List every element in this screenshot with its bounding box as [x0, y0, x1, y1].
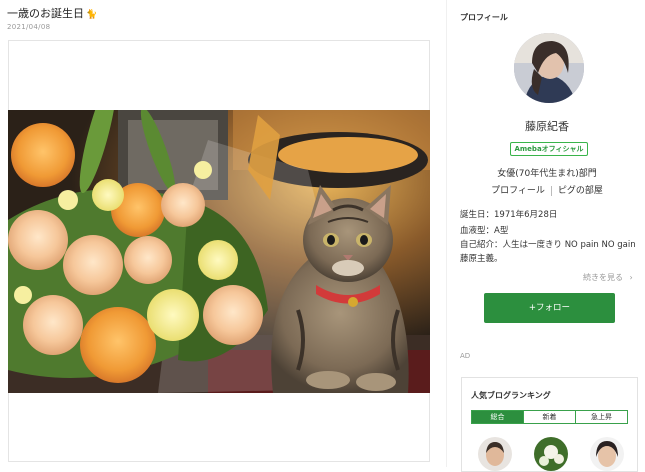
ranking-tabs: 総合 新着 急上昇 [471, 410, 628, 424]
post-photo[interactable] [8, 110, 430, 393]
blood-type: 血液型：A型 [460, 226, 509, 236]
flowers-and-cat-image [8, 110, 430, 393]
ad-label: AD [460, 352, 471, 360]
profile-name: 藤原紀香 [525, 120, 569, 133]
genre-text: 女優(70年代生まれ)部門 [497, 169, 597, 179]
ranking-thumb-1[interactable] [478, 437, 512, 471]
tab-new[interactable]: 新着 [523, 411, 575, 423]
profile-link[interactable]: プロフィール [491, 186, 545, 196]
plus-icon: + [528, 303, 537, 313]
tab-overall[interactable]: 総合 [472, 411, 523, 423]
tab-rising[interactable]: 急上昇 [575, 411, 627, 423]
chevron-right-icon: › [629, 273, 633, 282]
link-separator [550, 185, 552, 196]
ranking-thumb-3[interactable] [590, 437, 624, 471]
follow-button[interactable]: +フォロー [484, 293, 615, 323]
profile-heading: プロフィール [460, 13, 508, 22]
follow-label: フォロー [536, 303, 571, 313]
official-badge: Amebaオフィシャル [510, 142, 588, 156]
ranking-thumb-image [478, 437, 512, 471]
avatar-image [514, 33, 584, 103]
ranking-thumb-image [590, 437, 624, 471]
ranking-thumb-image [534, 437, 568, 471]
birthday: 誕生日：1971年6月28日 [460, 210, 558, 220]
column-divider [446, 0, 447, 467]
cat-icon: 🐈 [86, 10, 98, 20]
read-more-link[interactable]: 続きを見る › [583, 272, 633, 283]
post-title: 一歳のお誕生日 🐈 [7, 5, 97, 21]
ranking-title: 人気ブログランキング [471, 391, 551, 400]
self-intro: 自己紹介：人生は一度きり NO pain NO gain [460, 240, 636, 250]
avatar[interactable] [514, 33, 584, 103]
ranking-box: 人気ブログランキング 総合 新着 急上昇 [461, 377, 638, 472]
pigg-room-link[interactable]: ピグの部屋 [558, 186, 603, 196]
self-intro-continued: 藤原主義。 [460, 254, 503, 264]
profile-links: プロフィール ピグの部屋 [449, 183, 645, 196]
post-date: 2021/04/08 [7, 23, 51, 31]
genre-link[interactable]: 女優(70年代生まれ)部門 [449, 166, 645, 179]
ranking-thumb-2[interactable] [534, 437, 568, 471]
read-more-label: 続きを見る [583, 273, 623, 282]
post-title-text: 一歳のお誕生日 [7, 7, 84, 20]
